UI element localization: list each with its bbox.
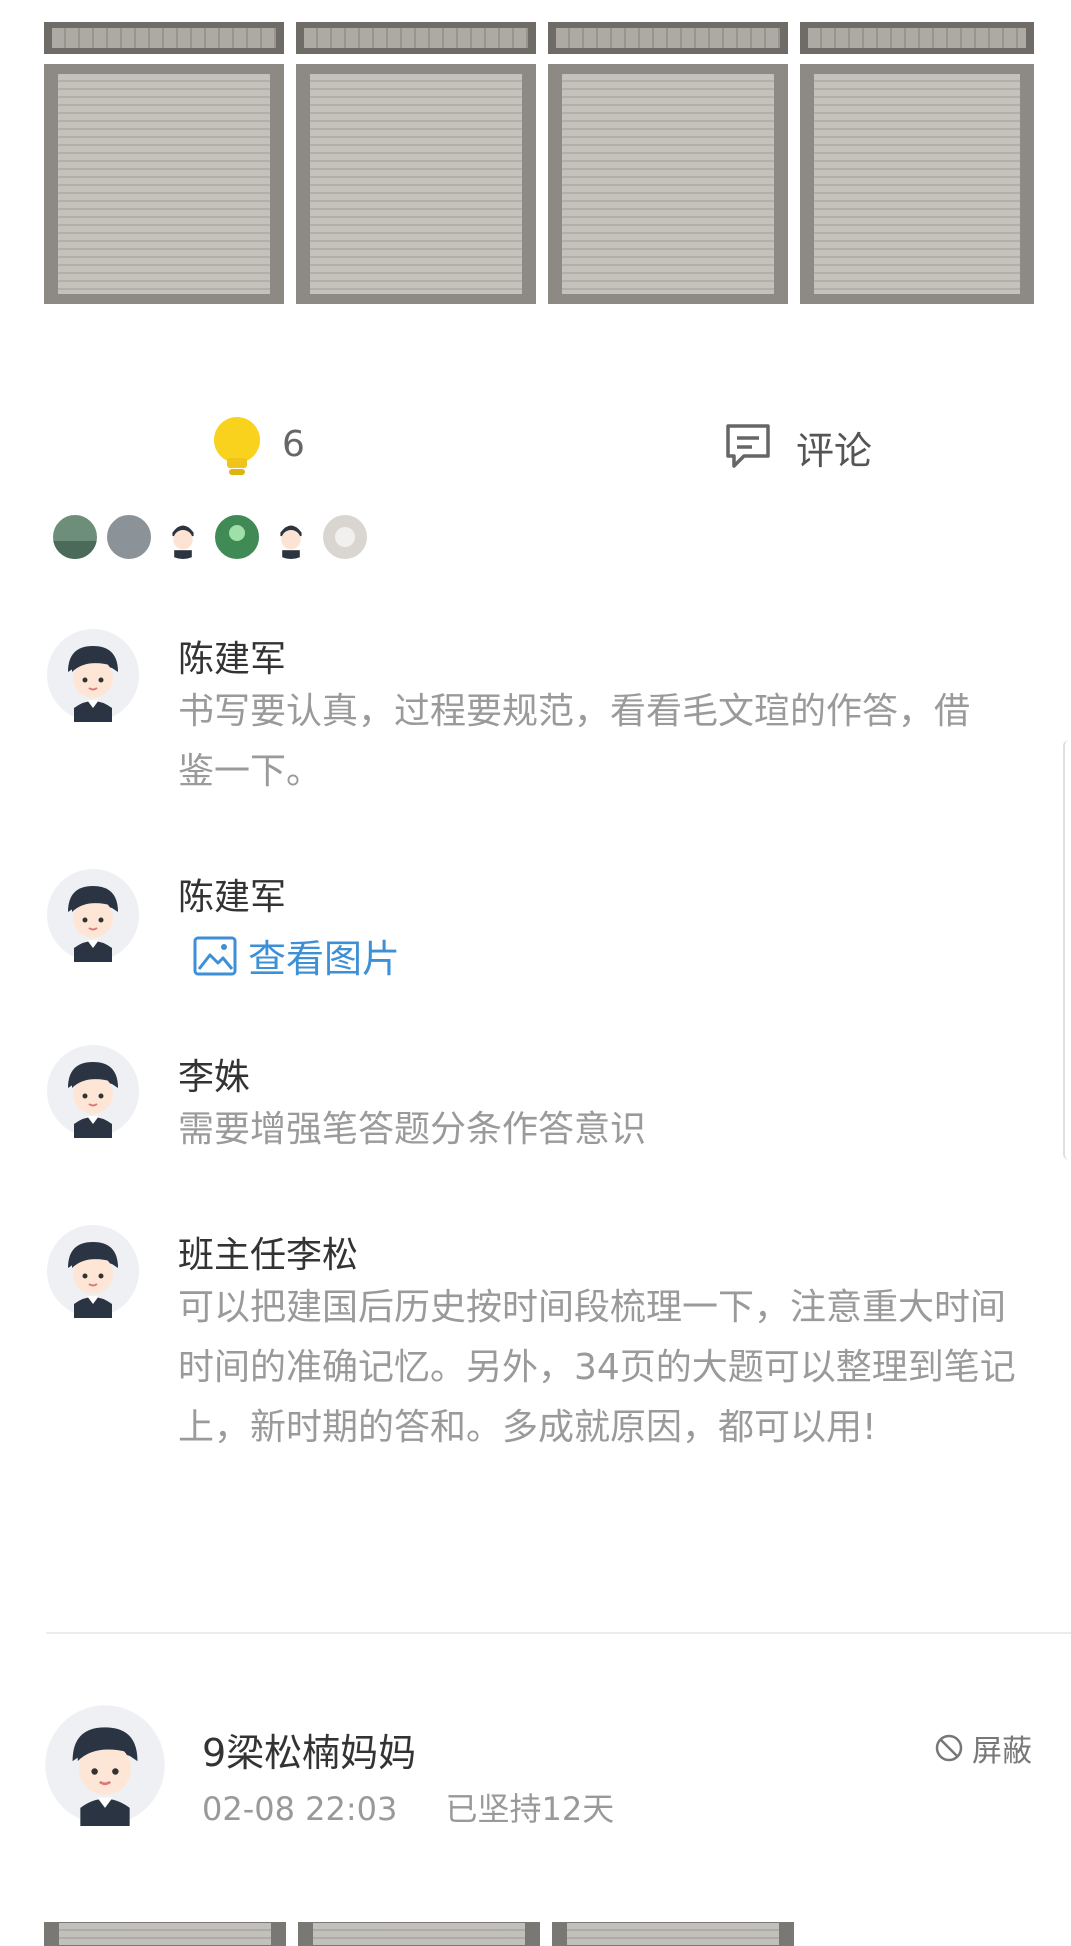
post-meta: 02-08 22:03 已坚持12天 (202, 1784, 652, 1830)
photo-strip (548, 22, 788, 54)
comment-author[interactable]: 班主任李松 (178, 1226, 358, 1278)
block-icon (935, 1734, 963, 1762)
comment-author[interactable]: 李姝 (178, 1048, 250, 1100)
block-label: 屏蔽 (972, 1734, 1032, 1769)
avatar[interactable] (46, 1044, 140, 1138)
view-image-link[interactable]: 查看图片 (192, 928, 400, 983)
comment-text: 可以把建国后历史按时间段梳理一下，注意重大时间时间的准确记忆。另外，34页的大题… (178, 1287, 1016, 1448)
comment-text: 书写要认真，过程要规范，看看毛文瑄的作答，借鉴一下。 (178, 691, 971, 792)
lightbulb-icon (214, 417, 260, 475)
avatar[interactable] (46, 1224, 140, 1318)
liker-avatar[interactable] (212, 512, 262, 562)
liker-avatar[interactable] (266, 512, 316, 562)
post-author[interactable]: 9梁松楠妈妈 (202, 1722, 416, 1777)
homework-photo-4[interactable] (800, 64, 1034, 304)
comment-text: 需要增强笔答题分条作答意识 (178, 1109, 647, 1150)
post-photo[interactable] (552, 1922, 794, 1946)
homework-photo-2[interactable] (296, 64, 536, 304)
avatar[interactable] (44, 1704, 166, 1826)
liker-avatar[interactable] (50, 512, 100, 562)
photo-strip (296, 22, 536, 54)
homework-photo-1[interactable] (44, 64, 284, 304)
comment-author[interactable]: 陈建军 (178, 630, 286, 682)
post-streak: 已坚持12天 (445, 1790, 615, 1828)
divider (46, 1632, 1071, 1634)
avatar[interactable] (46, 868, 140, 962)
homework-photo-3[interactable] (548, 64, 788, 304)
comment-icon (726, 424, 770, 468)
photo-strip (44, 22, 284, 54)
like-count: 6 (282, 424, 305, 465)
liker-avatar[interactable] (158, 512, 208, 562)
image-icon (193, 936, 237, 975)
scroll-indicator[interactable] (1063, 740, 1071, 1160)
comment-author[interactable]: 陈建军 (178, 868, 286, 920)
liker-avatar[interactable] (104, 512, 154, 562)
comment-label: 评论 (796, 429, 873, 473)
block-button[interactable]: 屏蔽 (934, 1726, 1032, 1770)
post-photo[interactable] (44, 1922, 286, 1946)
post-photo[interactable] (298, 1922, 540, 1946)
view-image-label: 查看图片 (248, 937, 401, 981)
liker-avatar[interactable] (320, 512, 370, 562)
photo-strip (800, 22, 1034, 54)
post-datetime: 02-08 22:03 (202, 1790, 398, 1828)
avatar[interactable] (46, 628, 140, 722)
